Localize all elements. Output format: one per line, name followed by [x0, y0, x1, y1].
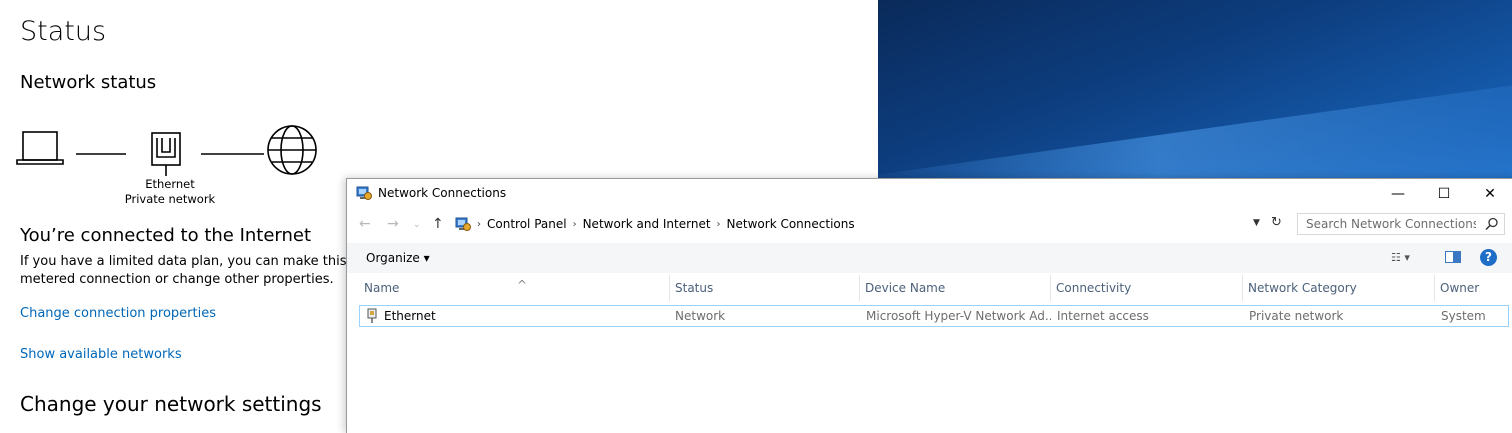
- description-line-2: metered connection or change other prope…: [20, 272, 334, 287]
- connected-heading: You’re connected to the Internet: [20, 225, 312, 246]
- cell-network-category: Private network: [1249, 309, 1344, 323]
- breadcrumb-network-and-internet[interactable]: Network and Internet: [583, 217, 711, 231]
- preview-pane-icon[interactable]: [1445, 251, 1461, 263]
- address-bar[interactable]: › Control Panel › Network and Internet ›…: [455, 213, 1291, 235]
- adapter-label: Ethernet: [145, 177, 195, 191]
- breadcrumb-separator-icon: ›: [477, 218, 481, 230]
- column-headers: Name ^ Status Device Name Connectivity N…: [347, 275, 1512, 301]
- page-title: Status: [20, 16, 107, 47]
- cell-connectivity: Internet access: [1057, 309, 1149, 323]
- column-header-status-label: Status: [675, 281, 714, 295]
- network-connections-window: Network Connections — ☐ ✕ ← → ⌄ ↑ › Cont…: [346, 178, 1512, 433]
- maximize-icon: ☐: [1437, 186, 1451, 202]
- show-available-networks-link[interactable]: Show available networks: [20, 347, 182, 362]
- maximize-button[interactable]: ☐: [1421, 179, 1467, 209]
- title-bar[interactable]: Network Connections — ☐ ✕: [347, 179, 1512, 209]
- network-connections-icon: [356, 186, 372, 200]
- window-title: Network Connections: [378, 186, 507, 200]
- breadcrumb-separator-icon: ›: [572, 218, 577, 230]
- search-icon[interactable]: [1485, 217, 1499, 231]
- refresh-icon[interactable]: ↻: [1271, 215, 1282, 230]
- organize-menu-button[interactable]: Organize ▾: [366, 251, 430, 265]
- column-header-connectivity-label: Connectivity: [1056, 281, 1132, 295]
- breadcrumb-separator-icon: ›: [716, 218, 721, 230]
- globe-icon: [267, 125, 317, 175]
- wallpaper-light-beam: [878, 80, 1512, 180]
- laptop-icon: [16, 131, 64, 165]
- address-row: ← → ⌄ ↑ › Control Panel › Network and In…: [347, 209, 1512, 241]
- back-arrow-icon[interactable]: ←: [359, 216, 371, 232]
- cell-name: Ethernet: [384, 309, 436, 323]
- column-header-owner[interactable]: Owner: [1435, 275, 1512, 301]
- column-header-owner-label: Owner: [1440, 281, 1480, 295]
- forward-arrow-icon[interactable]: →: [387, 216, 399, 232]
- address-network-icon: [455, 217, 471, 231]
- column-header-device-name[interactable]: Device Name: [860, 275, 1051, 301]
- command-bar: Organize ▾ ☷ ▾ ?: [347, 243, 1512, 273]
- close-button[interactable]: ✕: [1467, 179, 1512, 209]
- adapter-info: Ethernet Private network: [116, 177, 224, 207]
- column-header-name-label: Name: [364, 281, 400, 295]
- ethernet-adapter-icon: [367, 308, 377, 323]
- desktop-wallpaper: [878, 0, 1512, 180]
- column-header-device-name-label: Device Name: [865, 281, 946, 295]
- minimize-icon: —: [1391, 186, 1405, 202]
- column-header-connectivity[interactable]: Connectivity: [1051, 275, 1243, 301]
- network-diagram: [16, 125, 317, 176]
- cell-status: Network: [675, 309, 726, 323]
- search-box[interactable]: [1297, 213, 1505, 235]
- change-connection-properties-link[interactable]: Change connection properties: [20, 306, 216, 321]
- up-arrow-icon[interactable]: ↑: [432, 216, 444, 232]
- address-dropdown-icon[interactable]: ▼: [1253, 218, 1260, 228]
- column-header-network-category-label: Network Category: [1248, 281, 1357, 295]
- view-options-icon[interactable]: ☷ ▾: [1391, 251, 1410, 264]
- table-row[interactable]: Ethernet Network Microsoft Hyper-V Netwo…: [359, 305, 1509, 327]
- description-line-1: If you have a limited data plan, you can…: [20, 254, 380, 269]
- column-header-name[interactable]: Name ^: [359, 275, 669, 301]
- cell-owner: System: [1441, 309, 1486, 323]
- breadcrumb-control-panel[interactable]: Control Panel: [487, 217, 567, 231]
- network-status-heading: Network status: [20, 72, 157, 93]
- close-icon: ✕: [1484, 186, 1496, 202]
- ethernet-icon: [151, 132, 181, 176]
- change-network-settings-heading: Change your network settings: [20, 392, 322, 416]
- column-header-status[interactable]: Status: [669, 275, 860, 301]
- cell-device-name: Microsoft Hyper-V Network Ad...: [866, 309, 1051, 323]
- sort-ascending-icon: ^: [517, 278, 528, 292]
- column-header-network-category[interactable]: Network Category: [1243, 275, 1435, 301]
- minimize-button[interactable]: —: [1375, 179, 1421, 209]
- metered-description: If you have a limited data plan, you can…: [20, 253, 380, 289]
- recent-locations-chevron-icon[interactable]: ⌄: [413, 220, 421, 230]
- help-icon[interactable]: ?: [1480, 249, 1497, 266]
- network-profile-label: Private network: [124, 192, 216, 206]
- breadcrumb-network-connections[interactable]: Network Connections: [727, 217, 855, 231]
- search-input[interactable]: [1306, 216, 1476, 232]
